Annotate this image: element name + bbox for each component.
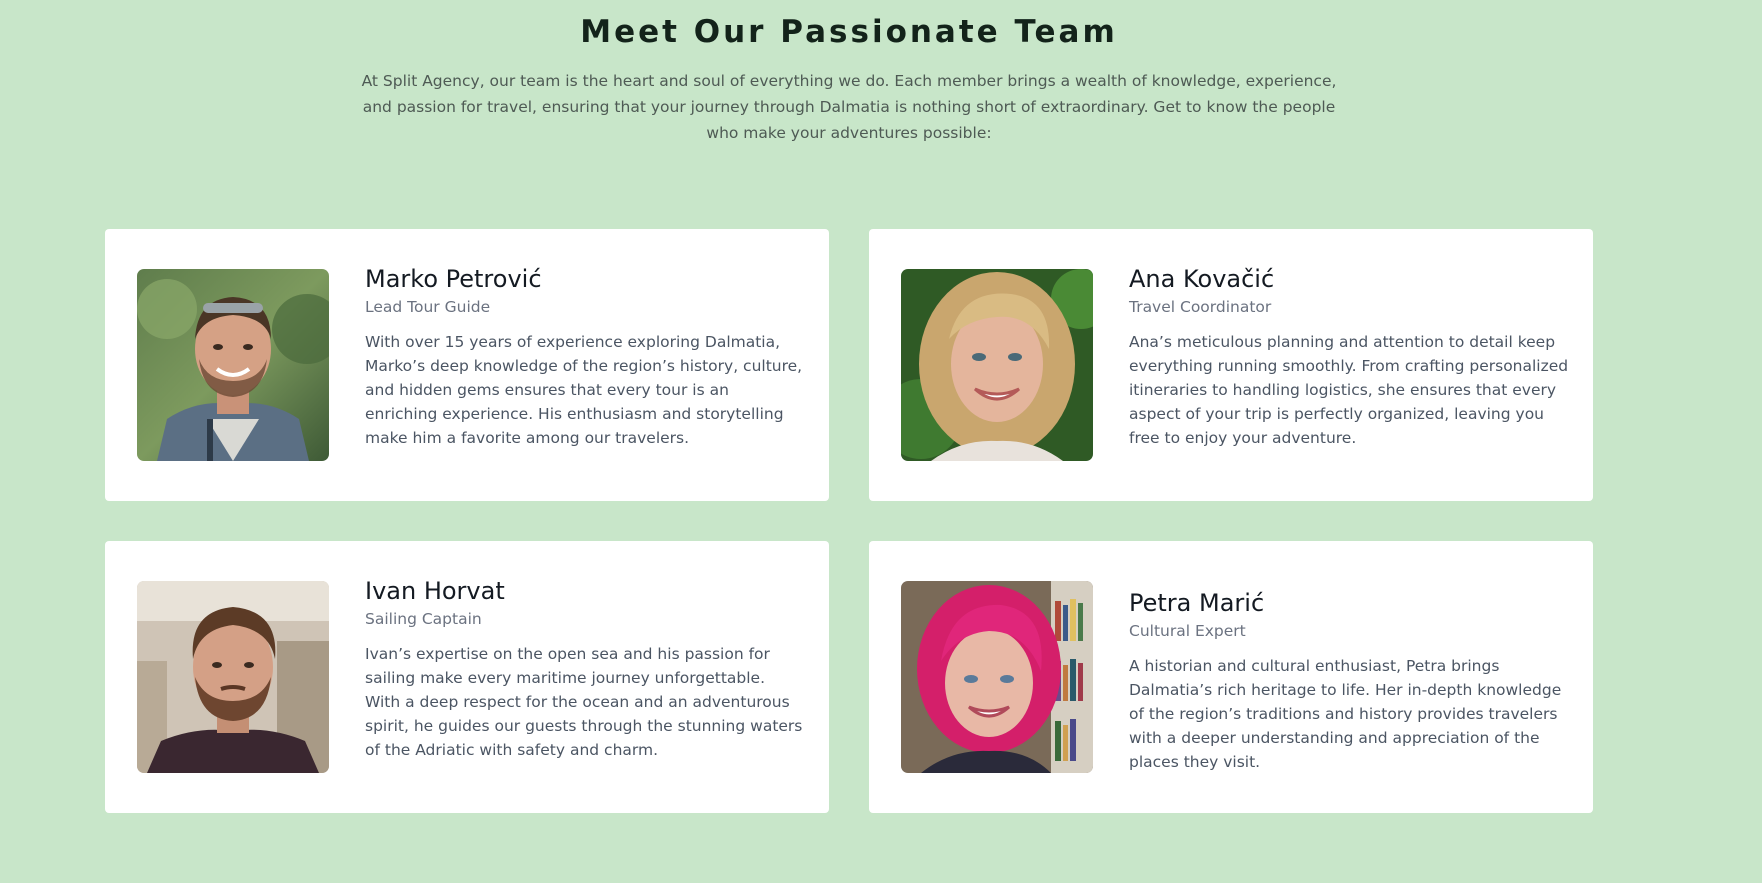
team-member-role: Sailing Captain <box>365 610 482 628</box>
team-member-name: Marko Petrović <box>365 265 542 293</box>
team-member-photo <box>137 269 329 461</box>
team-member-bio: A historian and cultural enthusiast, Pet… <box>1129 657 1562 771</box>
team-card-ana: Ana Kovačić Travel Coordinator Ana’s met… <box>869 229 1593 501</box>
team-member-name: Ana Kovačić <box>1129 265 1275 293</box>
team-member-role: Cultural Expert <box>1129 622 1246 640</box>
team-member-bio: Ana’s meticulous planning and attention … <box>1129 333 1569 447</box>
team-member-photo <box>901 269 1093 461</box>
team-member-bio: With over 15 years of experience explori… <box>365 333 803 447</box>
team-member-name: Petra Marić <box>1129 589 1265 617</box>
team-member-photo <box>137 581 329 773</box>
team-card-ivan: Ivan Horvat Sailing Captain Ivan’s exper… <box>105 541 829 813</box>
section-intro: At Split Agency, our team is the heart a… <box>361 72 1337 142</box>
team-member-name: Ivan Horvat <box>365 577 505 605</box>
team-member-bio: Ivan’s expertise on the open sea and his… <box>365 645 803 759</box>
team-member-photo <box>901 581 1093 773</box>
team-card-petra: Petra Marić Cultural Expert A historian … <box>869 541 1593 813</box>
team-card-marko: Marko Petrović Lead Tour Guide With over… <box>105 229 829 501</box>
team-member-role: Lead Tour Guide <box>365 298 491 316</box>
section-title: Meet Our Passionate Team <box>580 14 1118 50</box>
team-member-role: Travel Coordinator <box>1129 298 1272 316</box>
